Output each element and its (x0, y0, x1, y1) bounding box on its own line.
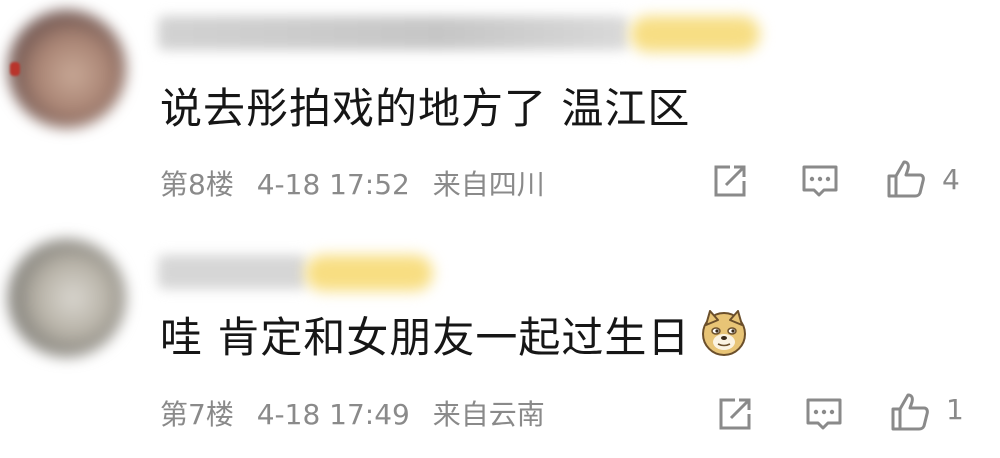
reply-button[interactable] (798, 159, 842, 203)
reply-icon (806, 398, 842, 430)
comment-location: 来自四川 (432, 168, 545, 201)
comment-item: 哇 肯定和女朋友一起过生日 第7楼 4-18 17:49 来自云南 1 (0, 225, 1000, 458)
like-icon (887, 160, 925, 198)
like-count: 1 (946, 393, 964, 426)
doge-emoji (700, 309, 748, 367)
share-button[interactable] (708, 159, 752, 203)
comment-meta: 第7楼 4-18 17:49 来自云南 (160, 393, 559, 433)
reply-icon (802, 165, 838, 197)
comment-time: 4-18 17:49 (256, 398, 410, 431)
comment-meta: 第8楼 4-18 17:52 来自四川 (160, 163, 559, 203)
floor-number: 第7楼 (160, 398, 234, 431)
like-icon (891, 393, 929, 431)
username-blurred[interactable] (158, 16, 628, 50)
avatar[interactable] (8, 10, 126, 128)
avatar-badge (10, 62, 20, 76)
comment-item: 说去彤拍戏的地方了 温江区 第8楼 4-18 17:52 来自四川 4 (0, 0, 1000, 225)
user-badge (305, 255, 433, 291)
comment-location: 来自云南 (432, 398, 545, 431)
comment-text: 说去彤拍戏的地方了 温江区 (160, 84, 691, 133)
like-button[interactable] (884, 157, 928, 201)
comment-text: 哇 肯定和女朋友一起过生日 (160, 304, 748, 367)
user-badge (630, 16, 760, 52)
comment-time: 4-18 17:52 (256, 168, 410, 201)
share-button[interactable] (713, 392, 757, 436)
comment-text-content: 哇 肯定和女朋友一起过生日 (160, 313, 691, 362)
reply-button[interactable] (802, 392, 846, 436)
doge-emoji-icon (702, 309, 747, 356)
like-button[interactable] (888, 390, 932, 434)
share-icon (719, 398, 751, 430)
username-blurred[interactable] (158, 255, 306, 289)
comment-list: 说去彤拍戏的地方了 温江区 第8楼 4-18 17:52 来自四川 4 哇 肯定… (0, 0, 1000, 458)
floor-number: 第8楼 (160, 168, 234, 201)
share-icon (714, 165, 746, 197)
avatar[interactable] (8, 239, 126, 357)
like-count: 4 (942, 163, 960, 196)
